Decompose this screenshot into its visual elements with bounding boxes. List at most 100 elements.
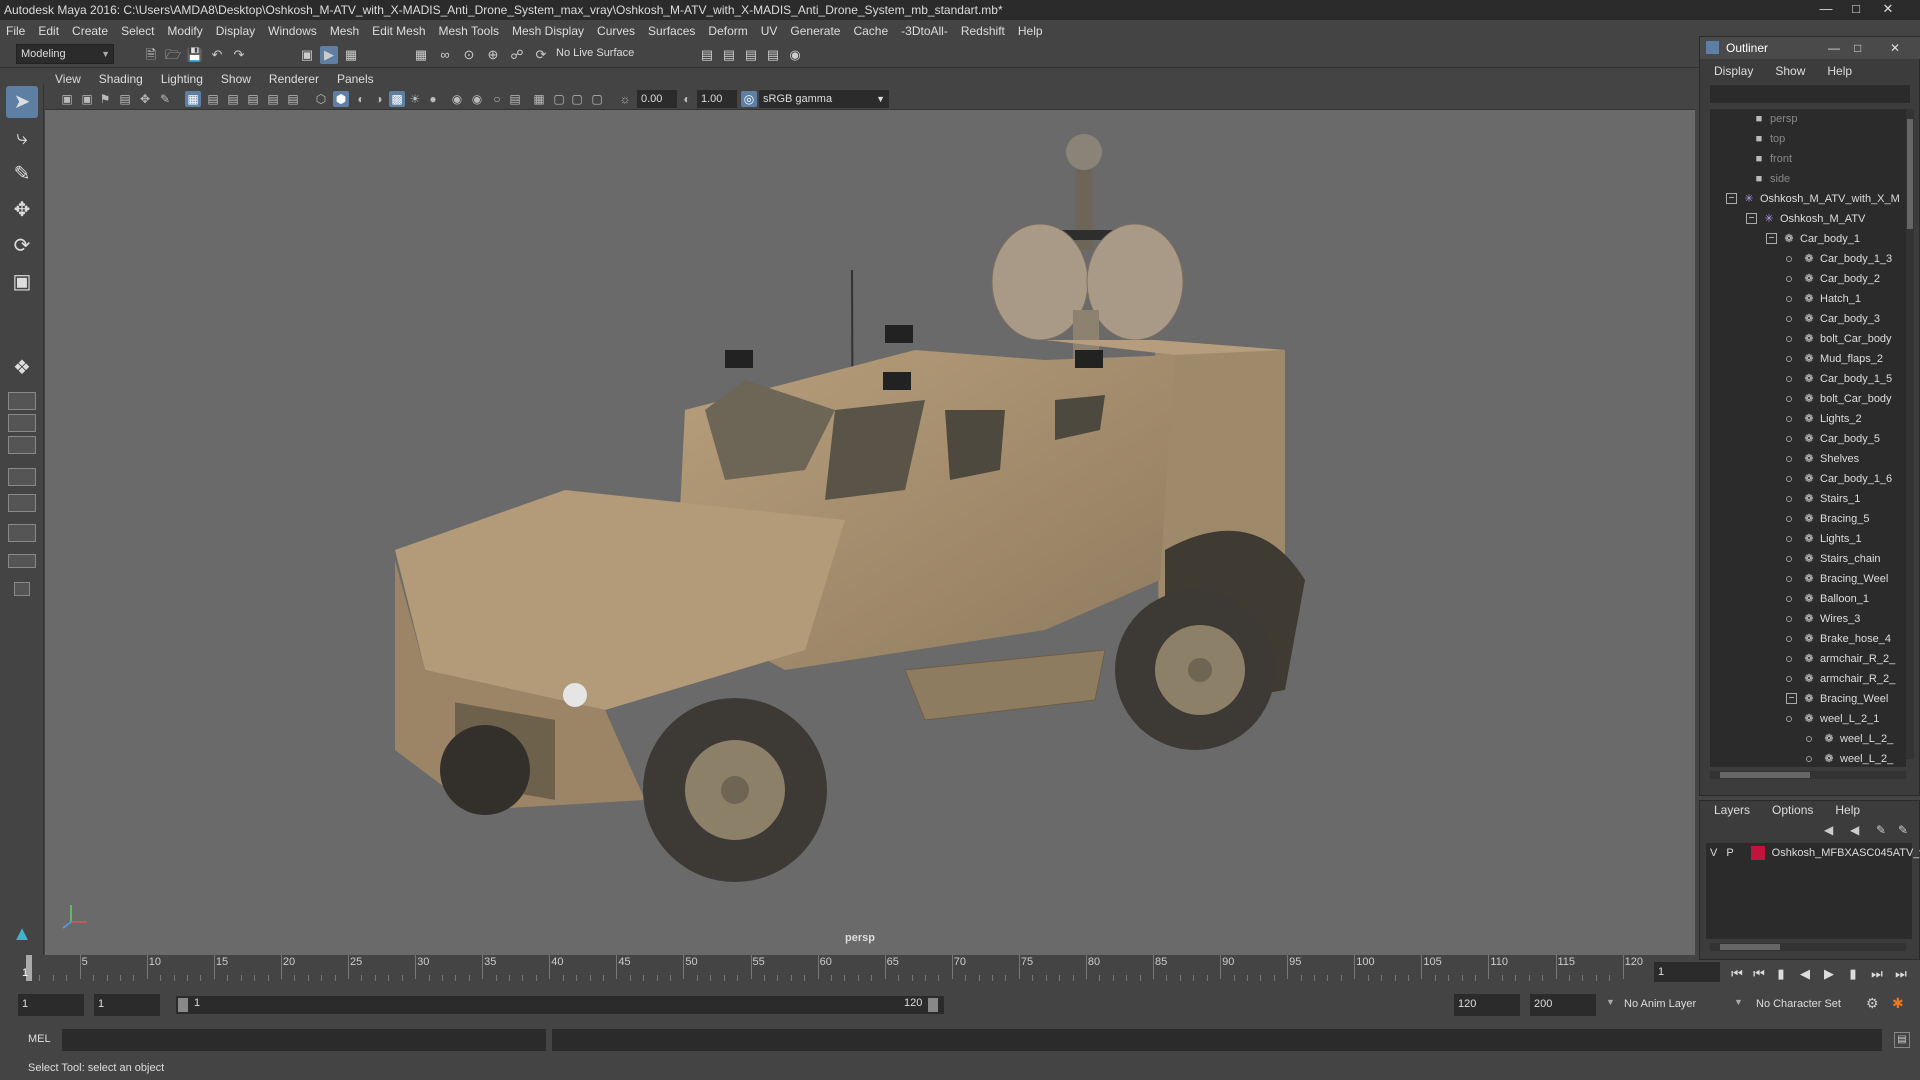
smooth-shade-icon[interactable]: ⬢ <box>333 91 349 107</box>
panel-menu-item[interactable]: Show <box>221 72 251 86</box>
motion-blur-icon[interactable]: ◉ <box>469 91 485 107</box>
layer-menu-item[interactable]: Help <box>1835 803 1860 817</box>
layer-row[interactable]: V P Oshkosh_MFBXASC045ATV_w <box>1710 843 1920 863</box>
screen-space-ao-icon[interactable]: ◉ <box>449 91 465 107</box>
outliner-item[interactable]: ✳ Oshkosh_M_ATV_with_X_M <box>1742 189 1899 209</box>
menu-set-dropdown[interactable]: Modeling ▼ <box>16 44 114 64</box>
menu-item[interactable]: File <box>6 24 25 38</box>
collapse-toggle-icon[interactable]: − <box>1786 693 1797 704</box>
command-input[interactable] <box>62 1029 546 1051</box>
outliner-item[interactable]: ❁ Balloon_1 <box>1802 589 1869 609</box>
snap-surface-icon[interactable]: ☍ <box>508 46 526 64</box>
select-component-icon[interactable]: ▦ <box>342 46 360 64</box>
menu-item[interactable]: Help <box>1018 24 1043 38</box>
time-slider[interactable]: 5 10 15 20 25 30 35 40 45 50 55 60 65 70 75 80 85 90 95 100… <box>18 955 1643 985</box>
snap-grid-icon[interactable]: ▦ <box>412 46 430 64</box>
move-tool-icon[interactable]: ✥ <box>6 194 38 226</box>
wireframe-icon[interactable]: ⬡ <box>313 91 329 107</box>
single-view-layout-icon[interactable] <box>8 392 36 410</box>
menu-item[interactable]: Edit Mesh <box>372 24 425 38</box>
snap-view-icon[interactable]: ⊕ <box>484 46 502 64</box>
scene-end-field[interactable]: 200 <box>1530 994 1596 1016</box>
range-slider[interactable]: 1 120 <box>176 996 944 1014</box>
outliner-item[interactable]: ❁ armchair_R_2_ <box>1802 669 1895 689</box>
outliner-item[interactable]: ❁ Stairs_chain <box>1802 549 1880 569</box>
layer-menu-item[interactable]: Layers <box>1714 803 1750 817</box>
outliner-item[interactable]: ❁ armchair_R_2_ <box>1802 649 1895 669</box>
render-frame-icon[interactable]: ▤ <box>698 46 716 64</box>
outliner-scrollbar[interactable] <box>1906 109 1914 759</box>
range-slider-end-handle[interactable] <box>928 998 938 1012</box>
current-frame-field[interactable]: 1 <box>1654 962 1720 982</box>
outliner-item[interactable]: ❁ Stairs_1 <box>1802 489 1860 509</box>
film-gate-icon[interactable]: ▤ <box>205 91 221 107</box>
outliner-menu-item[interactable]: Help <box>1827 64 1852 78</box>
scene-start-field[interactable]: 1 <box>18 994 84 1016</box>
auto-key-icon[interactable]: ⚙ <box>1866 995 1879 1012</box>
outliner-layout-icon[interactable] <box>8 468 36 486</box>
anim-layer-dropdown[interactable]: No Anim Layer <box>1620 994 1740 1016</box>
outliner-item[interactable]: ❁ Hatch_1 <box>1802 289 1861 309</box>
menu-item[interactable]: Windows <box>268 24 317 38</box>
textured-icon[interactable]: ▩ <box>389 91 405 107</box>
range-slider-start-handle[interactable] <box>178 998 188 1012</box>
lasso-tool-icon[interactable]: ⤷ <box>6 122 38 154</box>
render-settings-icon[interactable]: ▤ <box>742 46 760 64</box>
panel-menu-item[interactable]: Lighting <box>161 72 203 86</box>
layer-color-swatch[interactable] <box>1750 846 1765 861</box>
menu-item[interactable]: Surfaces <box>648 24 695 38</box>
outliner-camera-row[interactable]: ■ side <box>1752 169 1791 189</box>
two-view-layout-icon[interactable] <box>8 436 36 454</box>
maximize-icon[interactable]: □ <box>1854 37 1861 59</box>
paint-select-icon[interactable]: ✎ <box>6 158 38 190</box>
outliner-camera-row[interactable]: ■ persp <box>1752 109 1798 129</box>
hypershade-icon[interactable]: ▤ <box>764 46 782 64</box>
field-chart-icon[interactable]: ▤ <box>265 91 281 107</box>
gate-mask-icon[interactable]: ▤ <box>245 91 261 107</box>
outliner-item[interactable]: ❁ weel_L_2_1 <box>1802 709 1879 729</box>
outliner-item[interactable]: ❁ Bracing_Weel <box>1802 689 1888 709</box>
outliner-item[interactable]: ❁ Lights_2 <box>1802 409 1861 429</box>
menu-item[interactable]: Curves <box>597 24 635 38</box>
outliner-menu-item[interactable]: Show <box>1775 64 1805 78</box>
go-to-end-icon[interactable]: ⏭ <box>1892 965 1910 983</box>
grease-pencil-icon[interactable]: ✎ <box>157 91 173 107</box>
snap-point-icon[interactable]: ⊙ <box>460 46 478 64</box>
outliner-item[interactable]: ❁ Car_body_1_3 <box>1802 249 1892 269</box>
outliner-tree[interactable]: ■ persp ■ top ■ front ■ side − ✳ Oshkosh_M_ATV_wit… <box>1710 109 1906 767</box>
outliner-item[interactable]: ❁ Bracing_Weel <box>1802 569 1888 589</box>
xray-components-icon[interactable]: ▢ <box>589 91 605 107</box>
play-backwards-icon[interactable]: ◀ <box>1796 965 1814 983</box>
render-view-icon[interactable]: ◉ <box>786 46 804 64</box>
close-icon[interactable]: ✕ <box>1874 0 1902 18</box>
menu-item[interactable]: Select <box>121 24 154 38</box>
ipr-render-icon[interactable]: ▤ <box>720 46 738 64</box>
hypershade-layout-icon[interactable] <box>8 524 36 542</box>
new-layer-icon[interactable]: ◀ <box>1824 823 1833 837</box>
menu-item[interactable]: -3DtoAll- <box>901 24 948 38</box>
image-plane-icon[interactable]: ▤ <box>117 91 133 107</box>
perspective-viewport[interactable]: persp <box>45 110 1695 955</box>
panel-menu-item[interactable]: Renderer <box>269 72 319 86</box>
scale-tool-icon[interactable]: ▣ <box>6 266 38 298</box>
outliner-item[interactable]: ❁ bolt_Car_body <box>1802 329 1891 349</box>
outliner-item[interactable]: ❁ Mud_flaps_2 <box>1802 349 1883 369</box>
outliner-item[interactable]: ❁ weel_L_2_ <box>1822 749 1893 767</box>
script-layout-icon[interactable] <box>8 554 36 568</box>
grid-icon[interactable]: ▦ <box>185 91 201 107</box>
outliner-camera-row[interactable]: ■ front <box>1752 149 1792 169</box>
menu-item[interactable]: Cache <box>853 24 888 38</box>
outliner-search-field[interactable] <box>1710 85 1910 103</box>
layer-visibility-toggle[interactable]: V <box>1710 847 1717 859</box>
default-lighting-icon[interactable]: ◑ <box>371 91 387 107</box>
animation-preferences-icon[interactable]: ✱ <box>1892 995 1904 1012</box>
xray-joints-icon[interactable]: ▢ <box>569 91 585 107</box>
layer-playback-toggle[interactable]: P <box>1726 847 1733 859</box>
close-icon[interactable]: ✕ <box>1890 37 1900 59</box>
redo-icon[interactable]: ↷ <box>230 46 248 64</box>
menu-item[interactable]: Display <box>216 24 255 38</box>
outliner-item[interactable]: ❁ weel_L_2_ <box>1822 729 1893 749</box>
multisample-icon[interactable]: ○ <box>489 91 505 107</box>
view-transform-dropdown[interactable]: sRGB gamma ▼ <box>759 90 889 108</box>
hscrollbar-thumb[interactable] <box>1720 944 1780 950</box>
